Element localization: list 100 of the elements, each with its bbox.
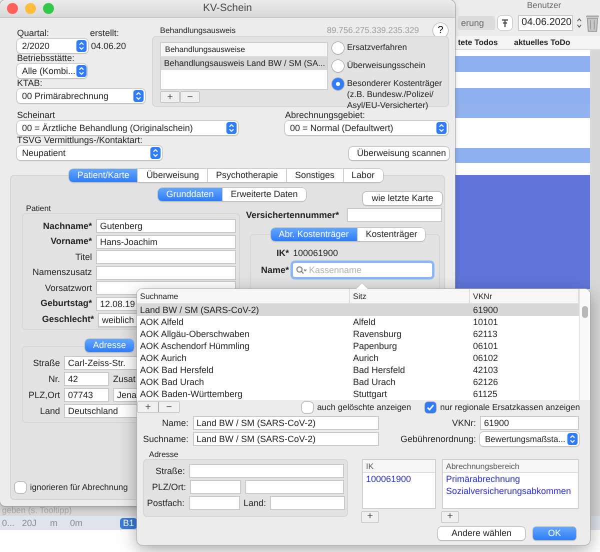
- table-cell-text: m: [50, 518, 58, 528]
- table-row[interactable]: Behandlungsausweis Land BW / SM (SA...: [161, 57, 327, 70]
- add-button[interactable]: +: [362, 512, 378, 522]
- stepper-icon: [76, 40, 87, 52]
- dropdown[interactable]: 00 = Normal (Defaultwert): [285, 121, 448, 135]
- text-field[interactable]: 42: [64, 372, 109, 386]
- add-button[interactable]: +: [138, 402, 158, 412]
- text-field[interactable]: Land BW / SM (SARS-CoV-2): [192, 432, 379, 446]
- table-cell-text: AOK Bad Urach: [139, 376, 206, 388]
- field-label: Postfach:: [147, 498, 185, 508]
- dropdown[interactable]: 00 = Ärztliche Behandlung (Originalschein): [17, 121, 238, 135]
- list-row[interactable]: [455, 88, 590, 103]
- field-label: VKNr:: [450, 418, 476, 428]
- text-field[interactable]: [189, 464, 344, 478]
- table-cell-text: Papenburg: [352, 340, 398, 352]
- field-label: Quartal:: [17, 28, 50, 39]
- dropdown[interactable]: Neupatient: [17, 146, 162, 160]
- user-label: Benutzer: [527, 2, 562, 8]
- add-button[interactable]: +: [161, 92, 179, 102]
- text-field[interactable]: 61900: [480, 416, 579, 430]
- field-label: Land: [38, 406, 60, 416]
- scan-button[interactable]: Überweisung scannen: [349, 147, 449, 160]
- dropdown[interactable]: 00 Primärabrechnung: [17, 89, 145, 103]
- field-label: Gebührenordnung:: [400, 434, 476, 444]
- radio-button[interactable]: [332, 78, 344, 90]
- checkbox[interactable]: [15, 482, 26, 493]
- column-header: Behandlungsausweise: [161, 43, 327, 57]
- list-row[interactable]: [455, 175, 590, 289]
- stepper-icon: [436, 122, 447, 134]
- table-row[interactable]: AOK Allgäu-Oberschwaben Ravensburg 62113: [137, 328, 579, 340]
- field-label: KTAB:: [17, 78, 42, 89]
- list-row[interactable]: [455, 148, 590, 163]
- table-cell-text: 0...: [2, 518, 16, 528]
- radio-button[interactable]: [332, 42, 344, 54]
- tab[interactable]: Labor: [342, 169, 383, 182]
- zoom-button[interactable]: [43, 3, 54, 14]
- add-button[interactable]: +: [442, 512, 458, 522]
- tab[interactable]: Erweiterte Daten: [222, 188, 306, 201]
- checkbox-label: auch gelöschte anzeigen: [317, 402, 412, 412]
- tab[interactable]: Kostenträger: [356, 228, 426, 241]
- column-header: aktuelles ToDo: [514, 37, 570, 49]
- list-row[interactable]: [455, 103, 590, 118]
- close-button[interactable]: [7, 3, 18, 14]
- text-field[interactable]: [270, 496, 346, 510]
- text-field[interactable]: [188, 496, 240, 510]
- table-row[interactable]: AOK Bad Urach Bad Urach 62126: [137, 376, 579, 388]
- table-row[interactable]: AOK Aschendorf Hümmling Papenburg 06101: [137, 340, 579, 352]
- table-row[interactable]: Land BW / SM (SARS-CoV-2) 61900: [137, 304, 579, 316]
- table-cell-text: Ravensburg: [352, 328, 403, 340]
- search-icon: [296, 266, 307, 274]
- table-cell-text: Alfeld: [352, 316, 377, 328]
- tab[interactable]: Sonstiges: [286, 169, 343, 182]
- field-label: Suchname:: [143, 434, 189, 444]
- table-cell-text: Bad Urach: [352, 376, 397, 388]
- list-row[interactable]: [455, 133, 590, 148]
- text-field[interactable]: 07743: [64, 388, 109, 402]
- field-label: Abrechnungsgebiet:: [285, 110, 366, 121]
- last-card-button[interactable]: wie letzte Karte: [363, 192, 442, 205]
- badge: B1: [120, 518, 138, 528]
- pin-icon: [500, 18, 509, 28]
- column-header: Abrechnungsbereich: [443, 460, 578, 473]
- text-field[interactable]: [96, 266, 236, 280]
- pin-button[interactable]: [498, 16, 512, 30]
- list-row[interactable]: [455, 163, 590, 175]
- field-label: Straße:: [154, 466, 185, 476]
- minimize-button[interactable]: [25, 3, 36, 14]
- text-field[interactable]: [347, 208, 442, 222]
- scrollbar[interactable]: [579, 289, 590, 400]
- help-button[interactable]: ?: [433, 22, 448, 38]
- remove-button[interactable]: −: [181, 92, 199, 102]
- list-row[interactable]: [455, 72, 590, 88]
- text-field[interactable]: Hans-Joachim: [96, 234, 236, 249]
- stepper-icon[interactable]: [576, 16, 582, 30]
- list-row[interactable]: [455, 56, 590, 72]
- text-field[interactable]: [96, 250, 236, 264]
- table-cell[interactable]: Primärabrechnung: [443, 473, 578, 485]
- date-field[interactable]: 04.06.2020: [518, 15, 573, 31]
- list-row[interactable]: [455, 118, 590, 133]
- tab[interactable]: Psychotherapie: [206, 169, 286, 182]
- text-field[interactable]: Gutenberg: [96, 219, 236, 233]
- tab[interactable]: Überweisung: [137, 169, 207, 182]
- text-field[interactable]: [245, 480, 344, 494]
- remove-button[interactable]: −: [159, 402, 179, 412]
- text-field[interactable]: [190, 480, 241, 494]
- radio-button[interactable]: [332, 60, 344, 72]
- field-label: Straße: [32, 358, 60, 368]
- text-field[interactable]: Land BW / SM (SARS-CoV-2): [192, 416, 379, 430]
- checkbox[interactable]: [425, 402, 436, 412]
- table-cell[interactable]: 100061900: [363, 473, 435, 485]
- checkbox[interactable]: [302, 402, 314, 412]
- dropdown[interactable]: Bewertungsmaßsta...: [480, 432, 579, 446]
- dropdown[interactable]: 2/2020: [17, 39, 88, 53]
- field-label: Vorname*: [50, 236, 92, 248]
- choose-other-button[interactable]: Andere wählen: [438, 527, 525, 540]
- filter-field[interactable]: erung: [458, 16, 496, 30]
- table-cell-text: 42103: [472, 364, 500, 376]
- field-label: Versichertennummer*: [246, 210, 340, 220]
- dropdown[interactable]: Alle (Kombi...: [17, 64, 87, 78]
- table-cell[interactable]: Sozialversicherungsabkommen: [443, 485, 578, 497]
- field-label: Name*: [260, 264, 289, 276]
